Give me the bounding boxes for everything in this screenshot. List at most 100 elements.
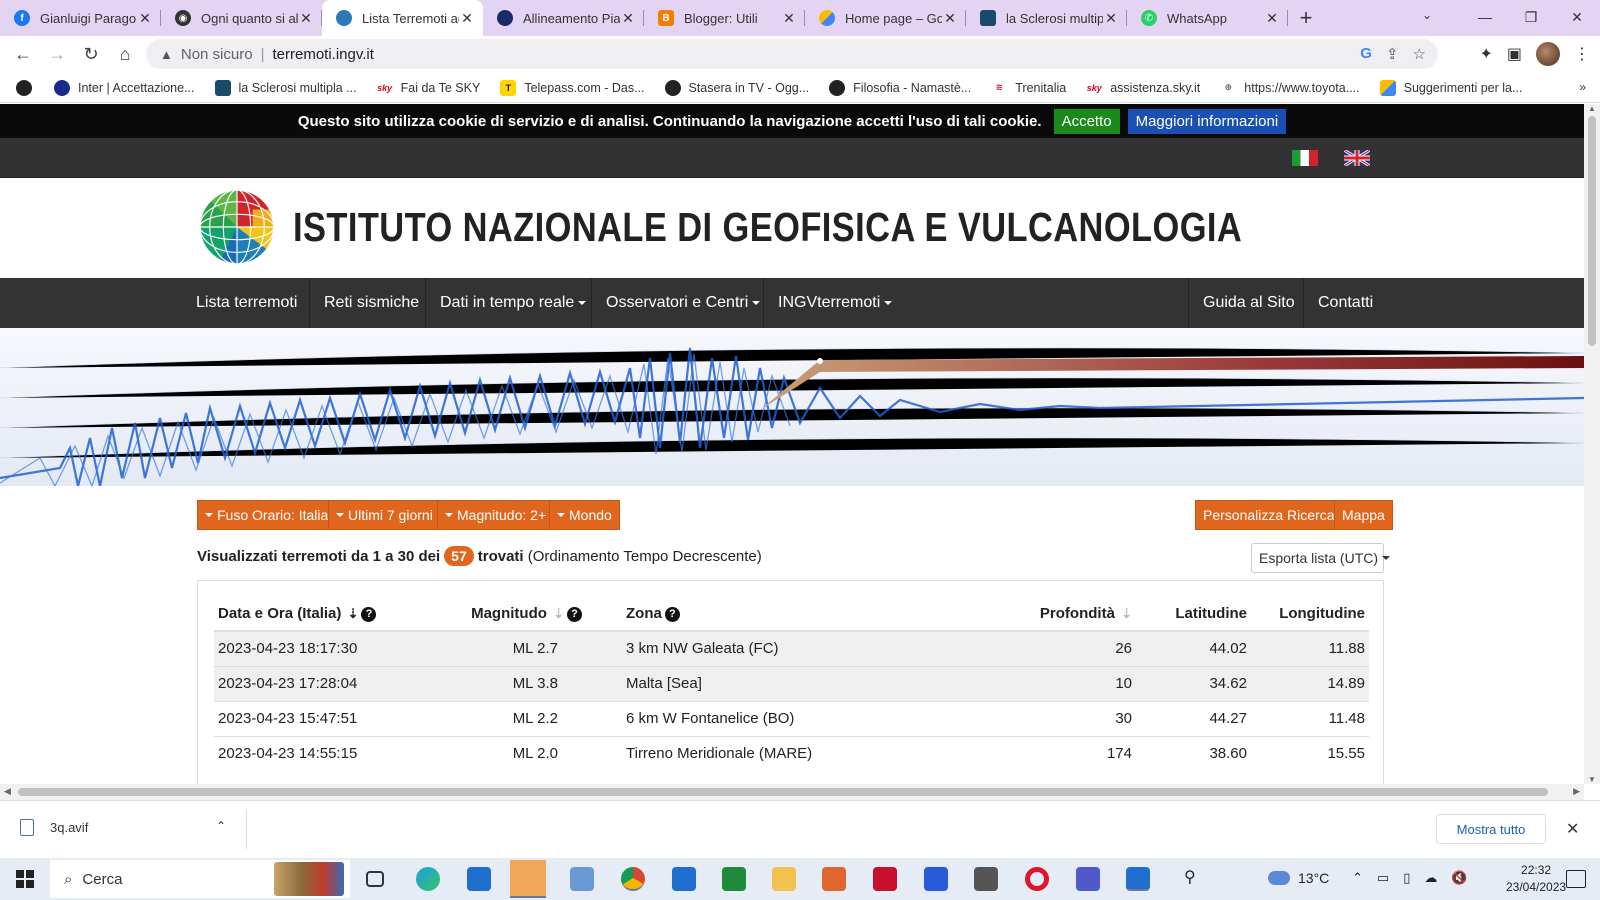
back-icon[interactable]: ← bbox=[6, 38, 40, 72]
close-window-icon[interactable]: ✕ bbox=[1554, 0, 1600, 34]
extensions-icon[interactable]: ✦ bbox=[1479, 44, 1492, 64]
teams-icon[interactable] bbox=[1076, 867, 1100, 891]
home-icon[interactable]: ⌂ bbox=[108, 38, 142, 72]
bookmark-item[interactable]: sky Fai da Te SKY bbox=[377, 80, 480, 96]
scroll-right-icon[interactable]: ▶ bbox=[1573, 786, 1580, 797]
system-clock[interactable]: 22:32 23/04/2023 bbox=[1506, 862, 1566, 896]
close-tab-icon[interactable]: ✕ bbox=[459, 10, 475, 27]
scroll-down-icon[interactable]: ▼ bbox=[1588, 775, 1596, 784]
col-datetime-header[interactable]: Data e Ora (Italia) ⇣? bbox=[214, 597, 436, 632]
browser-tab-active[interactable]: Lista Terremoti ag ✕ bbox=[322, 0, 483, 36]
notification-center-icon[interactable] bbox=[1566, 870, 1586, 888]
chrome-icon[interactable] bbox=[621, 867, 645, 891]
opera-icon[interactable] bbox=[1025, 867, 1049, 891]
nav-item-contatti[interactable]: Contatti bbox=[1304, 278, 1386, 328]
nav-item-ingvterremoti[interactable]: INGVterremoti bbox=[764, 278, 893, 328]
help-icon[interactable]: ? bbox=[664, 606, 680, 622]
tab-search-icon[interactable]: ⌄ bbox=[1422, 8, 1432, 22]
bookmark-item[interactable]: Inter | Accettazione... bbox=[54, 79, 195, 96]
onedrive-icon[interactable]: ☁ bbox=[1424, 870, 1437, 886]
cell-zone[interactable]: Tirreno Meridionale (MARE) bbox=[596, 735, 936, 771]
nav-item-guida[interactable]: Guida al Sito bbox=[1188, 278, 1304, 328]
volume-muted-icon[interactable]: 🔇 bbox=[1451, 870, 1467, 886]
browser-tab[interactable]: ✆ WhatsApp ✕ bbox=[1127, 0, 1288, 36]
pdf-icon[interactable] bbox=[873, 867, 897, 891]
bookmark-item[interactable]: Suggerimenti per la... bbox=[1379, 79, 1522, 96]
battery-icon[interactable]: ▭ bbox=[1377, 870, 1389, 886]
browser-tab[interactable]: ◉ Ogni quanto si all ✕ bbox=[161, 0, 322, 36]
more-info-button[interactable]: Maggiori informazioni bbox=[1127, 108, 1287, 134]
pinned-app-icon[interactable] bbox=[510, 860, 546, 898]
spreadsheet-icon[interactable] bbox=[722, 867, 746, 891]
uk-flag-icon[interactable] bbox=[1344, 150, 1370, 166]
scroll-up-icon[interactable]: ▲ bbox=[1588, 104, 1596, 113]
task-view-icon[interactable] bbox=[366, 871, 384, 887]
people-icon[interactable]: ⚲ bbox=[1184, 867, 1208, 891]
scrollbar-thumb[interactable] bbox=[1588, 116, 1596, 346]
address-bar[interactable]: ▲ Non sicuro | terremoti.ingv.it G ⇪ ☆ bbox=[146, 39, 1438, 69]
vertical-scrollbar[interactable]: ▲ ▼ bbox=[1584, 104, 1600, 784]
sort-icon[interactable]: ⇣ bbox=[553, 606, 564, 622]
side-panel-icon[interactable]: ▣ bbox=[1507, 44, 1522, 64]
bookmark-item[interactable]: ⊕ https://www.toyota.... bbox=[1220, 80, 1360, 96]
table-row[interactable]: 2023-04-23 17:28:04 ML 3.8 Malta [Sea] 1… bbox=[214, 665, 1369, 701]
cell-datetime[interactable]: 2023-04-23 15:47:51 bbox=[214, 700, 436, 736]
browser-tab[interactable]: la Sclerosi multipl ✕ bbox=[966, 0, 1127, 36]
bookmark-item[interactable]: ≋ Trenitalia bbox=[991, 80, 1066, 96]
browser-tab[interactable]: B Blogger: Utili ✕ bbox=[644, 0, 805, 36]
forward-icon[interactable]: → bbox=[40, 38, 74, 72]
sort-icon[interactable]: ⇣ bbox=[1121, 606, 1132, 622]
notepad-icon[interactable] bbox=[467, 867, 491, 891]
col-depth-header[interactable]: Profondità ⇣ bbox=[936, 597, 1136, 632]
close-tab-icon[interactable]: ✕ bbox=[781, 10, 797, 27]
cell-zone[interactable]: 6 km W Fontanelice (BO) bbox=[596, 700, 936, 736]
scrollbar-thumb[interactable] bbox=[18, 788, 1548, 796]
chevron-up-icon[interactable]: ⌃ bbox=[216, 819, 226, 833]
col-zone-header[interactable]: Zona? bbox=[596, 597, 936, 632]
close-tab-icon[interactable]: ✕ bbox=[298, 10, 314, 27]
restore-icon[interactable]: ❐ bbox=[1508, 0, 1554, 34]
close-tab-icon[interactable]: ✕ bbox=[620, 10, 636, 27]
col-magnitude-header[interactable]: Magnitudo ⇣? bbox=[436, 597, 596, 632]
camera-icon[interactable] bbox=[974, 867, 998, 891]
avatar[interactable] bbox=[1536, 42, 1560, 66]
col-latitude-header[interactable]: Latitudine bbox=[1136, 597, 1251, 632]
new-tab-button[interactable]: + bbox=[1288, 0, 1324, 36]
cell-zone[interactable]: Malta [Sea] bbox=[596, 665, 936, 701]
browser-tab[interactable]: Allineamento Pian ✕ bbox=[483, 0, 644, 36]
cell-datetime[interactable]: 2023-04-23 17:28:04 bbox=[214, 665, 436, 701]
minimize-icon[interactable]: — bbox=[1462, 0, 1508, 34]
download-item[interactable]: 3q.avif bbox=[20, 819, 88, 836]
accept-cookies-button[interactable]: Accetto bbox=[1053, 108, 1120, 134]
nav-item-osservatori[interactable]: Osservatori e Centri bbox=[592, 278, 764, 328]
table-row[interactable]: 2023-04-23 18:17:30 ML 2.7 3 km NW Galea… bbox=[214, 630, 1369, 666]
bookmark-item[interactable]: T Telepass.com - Das... bbox=[500, 79, 645, 96]
cell-datetime[interactable]: 2023-04-23 14:55:15 bbox=[214, 735, 436, 771]
close-tab-icon[interactable]: ✕ bbox=[1103, 10, 1119, 27]
sort-desc-icon[interactable]: ⇣ bbox=[348, 606, 359, 622]
customize-search-button[interactable]: Personalizza Ricerca bbox=[1195, 500, 1343, 530]
taskbar-search[interactable]: ⌕ Cerca bbox=[50, 860, 350, 898]
show-all-button[interactable]: Mostra tutto bbox=[1436, 814, 1546, 844]
weather-widget[interactable]: 13°C bbox=[1268, 870, 1329, 886]
nav-item-reti-sismiche[interactable]: Reti sismiche bbox=[310, 278, 426, 328]
help-icon[interactable]: ? bbox=[361, 606, 377, 622]
menu-icon[interactable]: ⋮ bbox=[1574, 44, 1590, 64]
magnitude-filter-button[interactable]: Magnitudo: 2+ bbox=[437, 500, 555, 530]
browser-tab[interactable]: Home page – Goo ✕ bbox=[805, 0, 966, 36]
bookmarks-overflow-icon[interactable]: » bbox=[1579, 80, 1586, 94]
device-icon[interactable]: ▯ bbox=[1403, 870, 1410, 886]
help-icon[interactable]: ? bbox=[567, 606, 582, 622]
region-filter-button[interactable]: Mondo bbox=[549, 500, 620, 530]
close-tab-icon[interactable]: ✕ bbox=[1264, 10, 1280, 27]
map-button[interactable]: Mappa bbox=[1334, 500, 1393, 530]
chevron-up-icon[interactable]: ⌃ bbox=[1352, 870, 1363, 886]
mail-icon[interactable] bbox=[672, 867, 696, 891]
close-tab-icon[interactable]: ✕ bbox=[137, 10, 153, 27]
warning-icon[interactable]: ▲ bbox=[160, 47, 173, 62]
nav-item-dati-tempo-reale[interactable]: Dati in tempo reale bbox=[426, 278, 592, 328]
nav-item-lista-terremoti[interactable]: Lista terremoti bbox=[182, 278, 310, 328]
file-manager-icon[interactable] bbox=[570, 867, 594, 891]
export-list-dropdown[interactable]: Esporta lista (UTC) bbox=[1251, 543, 1391, 573]
col-longitude-header[interactable]: Longitudine bbox=[1251, 597, 1369, 632]
